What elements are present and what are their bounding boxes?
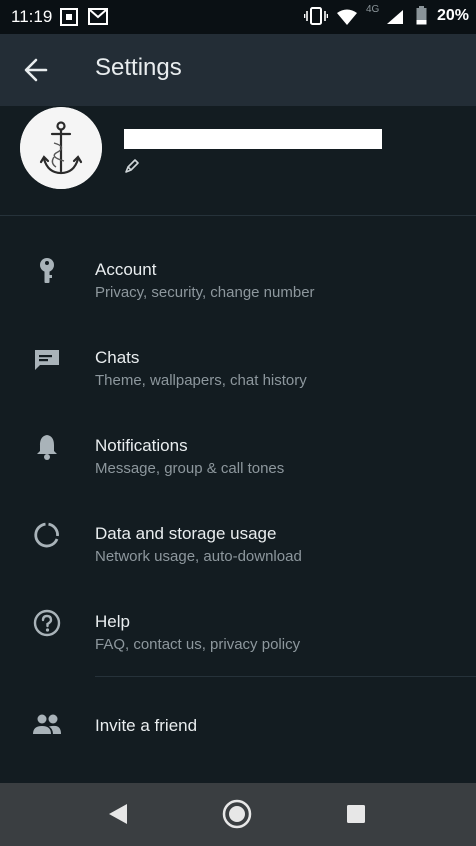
invite-friend-label: Invite a friend: [95, 716, 198, 735]
app-bar: Settings: [0, 34, 476, 106]
menu-item-chats[interactable]: Chats Theme, wallpapers, chat history: [0, 324, 476, 412]
system-nav-bar: [0, 783, 476, 846]
page-title: Settings: [95, 54, 182, 81]
battery-percentage: 20%: [437, 7, 470, 24]
menu-item-account[interactable]: Account Privacy, security, change number: [0, 236, 476, 324]
signal-icon: [387, 10, 403, 24]
data-usage-icon: [34, 522, 59, 548]
menu-item-title: Account: [95, 260, 157, 279]
bell-icon: [37, 435, 57, 460]
screenshot-notification-icon: [60, 8, 78, 26]
divider: [95, 676, 476, 677]
menu-item-subtitle: Theme, wallpapers, chat history: [95, 372, 307, 389]
wifi-icon: [337, 9, 357, 25]
nav-home-icon[interactable]: [222, 799, 252, 829]
avatar[interactable]: [20, 107, 102, 189]
invite-friend-item[interactable]: Invite a friend: [0, 690, 476, 760]
profile-section[interactable]: [0, 106, 476, 216]
menu-item-title: Help: [95, 612, 130, 631]
key-icon: [40, 258, 54, 283]
people-icon: [33, 714, 61, 734]
battery-icon: [416, 6, 427, 25]
help-icon: [33, 609, 61, 637]
menu-item-subtitle: Privacy, security, change number: [95, 284, 315, 301]
profile-name-redacted: [124, 129, 382, 149]
menu-item-data-storage[interactable]: Data and storage usage Network usage, au…: [0, 500, 476, 588]
network-type-label: 4G: [366, 4, 380, 15]
gmail-icon: [88, 8, 108, 25]
back-arrow-icon[interactable]: [20, 54, 54, 86]
edit-pencil-icon[interactable]: [124, 158, 140, 174]
nav-back-icon[interactable]: [107, 803, 129, 825]
menu-item-help[interactable]: Help FAQ, contact us, privacy policy: [0, 588, 476, 676]
menu-item-subtitle: FAQ, contact us, privacy policy: [95, 636, 301, 653]
menu-item-notifications[interactable]: Notifications Message, group & call tone…: [0, 412, 476, 500]
menu-item-title: Data and storage usage: [95, 524, 277, 543]
divider: [0, 215, 476, 216]
anchor-logo-icon: [20, 107, 102, 189]
menu-item-subtitle: Message, group & call tones: [95, 460, 285, 477]
menu-item-title: Chats: [95, 348, 140, 367]
nav-recents-icon[interactable]: [346, 804, 366, 824]
vibrate-icon: [304, 7, 328, 25]
chat-icon: [35, 350, 59, 370]
menu-item-subtitle: Network usage, auto-download: [95, 548, 302, 565]
status-bar: 11:19 4G 20%: [0, 0, 476, 34]
status-time: 11:19: [11, 7, 53, 26]
menu-item-title: Notifications: [95, 436, 188, 455]
